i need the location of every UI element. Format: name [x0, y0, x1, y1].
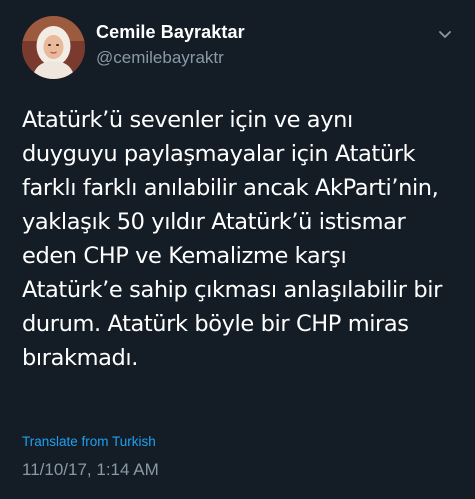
tweet-card: Cemile Bayraktar @cemilebayraktr Atatürk…	[0, 0, 475, 499]
avatar[interactable]	[22, 16, 85, 79]
tweet-timestamp[interactable]: 11/10/17, 1:14 AM	[22, 460, 159, 480]
translate-link[interactable]: Translate from Turkish	[22, 434, 156, 449]
tweet-text: Atatürk’ü sevenler için ve aynı duyguyu …	[22, 107, 442, 371]
avatar-image	[22, 16, 85, 79]
chevron-down-icon[interactable]	[437, 28, 453, 40]
author-display-name[interactable]: Cemile Bayraktar	[96, 22, 245, 43]
author-handle[interactable]: @cemilebayraktr	[96, 48, 224, 68]
